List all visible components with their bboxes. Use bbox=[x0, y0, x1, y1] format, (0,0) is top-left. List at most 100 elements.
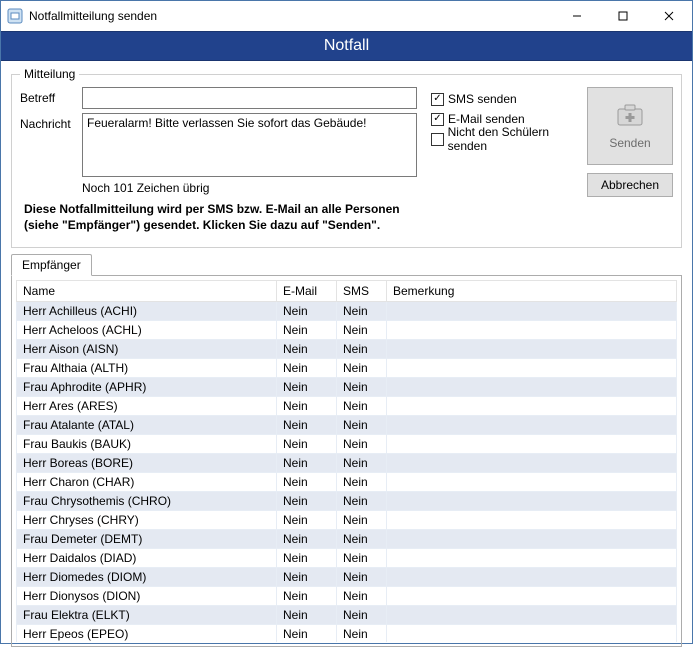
table-row[interactable]: Frau Althaia (ALTH)NeinNein bbox=[17, 359, 677, 378]
cell-sms: Nein bbox=[337, 378, 387, 397]
window-title: Notfallmitteilung senden bbox=[29, 9, 554, 23]
cell-remark bbox=[387, 511, 677, 530]
cell-name: Frau Baukis (BAUK) bbox=[17, 435, 277, 454]
table-row[interactable]: Herr Daidalos (DIAD)NeinNein bbox=[17, 549, 677, 568]
cell-sms: Nein bbox=[337, 587, 387, 606]
subject-input[interactable] bbox=[82, 87, 417, 109]
table-row[interactable]: Herr Aison (AISN)NeinNein bbox=[17, 340, 677, 359]
app-icon bbox=[7, 8, 23, 24]
col-header-name[interactable]: Name bbox=[17, 281, 277, 302]
message-input[interactable]: Feueralarm! Bitte verlassen Sie sofort d… bbox=[82, 113, 417, 177]
message-label: Nachricht bbox=[20, 113, 82, 177]
table-row[interactable]: Herr Achilleus (ACHI)NeinNein bbox=[17, 302, 677, 321]
cell-email: Nein bbox=[277, 435, 337, 454]
cell-name: Herr Chryses (CHRY) bbox=[17, 511, 277, 530]
cell-remark bbox=[387, 625, 677, 643]
cell-email: Nein bbox=[277, 625, 337, 643]
checkbox-sms[interactable]: ✓ SMS senden bbox=[431, 89, 587, 109]
cell-remark bbox=[387, 606, 677, 625]
maximize-button[interactable] bbox=[600, 1, 646, 31]
cell-remark bbox=[387, 454, 677, 473]
minimize-button[interactable] bbox=[554, 1, 600, 31]
cell-name: Herr Acheloos (ACHL) bbox=[17, 321, 277, 340]
table-row[interactable]: Herr Diomedes (DIOM)NeinNein bbox=[17, 568, 677, 587]
remaining-chars: Noch 101 Zeichen übrig bbox=[82, 181, 417, 195]
table-row[interactable]: Herr Dionysos (DION)NeinNein bbox=[17, 587, 677, 606]
checkbox-not-students[interactable]: Nicht den Schülern senden bbox=[431, 129, 587, 149]
cell-sms: Nein bbox=[337, 302, 387, 321]
cell-name: Frau Chrysothemis (CHRO) bbox=[17, 492, 277, 511]
cell-email: Nein bbox=[277, 473, 337, 492]
checkbox-not-students-label: Nicht den Schülern senden bbox=[448, 125, 587, 153]
table-row[interactable]: Frau Aphrodite (APHR)NeinNein bbox=[17, 378, 677, 397]
cell-email: Nein bbox=[277, 416, 337, 435]
cancel-button[interactable]: Abbrechen bbox=[587, 173, 673, 197]
cell-sms: Nein bbox=[337, 435, 387, 454]
mitteilung-legend: Mitteilung bbox=[20, 67, 79, 81]
cell-name: Herr Achilleus (ACHI) bbox=[17, 302, 277, 321]
cell-name: Herr Charon (CHAR) bbox=[17, 473, 277, 492]
cell-email: Nein bbox=[277, 359, 337, 378]
table-row[interactable]: Frau Atalante (ATAL)NeinNein bbox=[17, 416, 677, 435]
table-row[interactable]: Frau Chrysothemis (CHRO)NeinNein bbox=[17, 492, 677, 511]
cell-sms: Nein bbox=[337, 397, 387, 416]
cell-sms: Nein bbox=[337, 549, 387, 568]
cell-email: Nein bbox=[277, 454, 337, 473]
cell-sms: Nein bbox=[337, 530, 387, 549]
checkbox-sms-label: SMS senden bbox=[448, 92, 517, 106]
cell-email: Nein bbox=[277, 340, 337, 359]
cell-email: Nein bbox=[277, 321, 337, 340]
check-icon: ✓ bbox=[431, 113, 444, 126]
cell-email: Nein bbox=[277, 587, 337, 606]
check-icon bbox=[431, 133, 444, 146]
col-header-sms[interactable]: SMS bbox=[337, 281, 387, 302]
table-row[interactable]: Herr Chryses (CHRY)NeinNein bbox=[17, 511, 677, 530]
info-note: Diese Notfallmitteilung wird per SMS bzw… bbox=[24, 201, 673, 233]
col-header-email[interactable]: E-Mail bbox=[277, 281, 337, 302]
cell-email: Nein bbox=[277, 397, 337, 416]
cell-remark bbox=[387, 321, 677, 340]
recipients-grid: Name E-Mail SMS Bemerkung Herr Achilleus… bbox=[16, 280, 677, 642]
cell-remark bbox=[387, 568, 677, 587]
cell-remark bbox=[387, 492, 677, 511]
cell-sms: Nein bbox=[337, 606, 387, 625]
cell-email: Nein bbox=[277, 530, 337, 549]
close-button[interactable] bbox=[646, 1, 692, 31]
cell-name: Frau Althaia (ALTH) bbox=[17, 359, 277, 378]
cell-email: Nein bbox=[277, 492, 337, 511]
cell-remark bbox=[387, 359, 677, 378]
cell-name: Herr Daidalos (DIAD) bbox=[17, 549, 277, 568]
table-row[interactable]: Herr Acheloos (ACHL)NeinNein bbox=[17, 321, 677, 340]
cell-sms: Nein bbox=[337, 511, 387, 530]
cancel-button-label: Abbrechen bbox=[601, 178, 659, 192]
cell-sms: Nein bbox=[337, 340, 387, 359]
cell-name: Frau Demeter (DEMT) bbox=[17, 530, 277, 549]
cell-sms: Nein bbox=[337, 359, 387, 378]
table-row[interactable]: Herr Epeos (EPEO)NeinNein bbox=[17, 625, 677, 643]
cell-email: Nein bbox=[277, 568, 337, 587]
cell-remark bbox=[387, 340, 677, 359]
col-header-remark[interactable]: Bemerkung bbox=[387, 281, 677, 302]
send-button-label: Senden bbox=[609, 136, 650, 150]
table-row[interactable]: Frau Baukis (BAUK)NeinNein bbox=[17, 435, 677, 454]
banner-title: Notfall bbox=[324, 37, 369, 55]
cell-name: Herr Diomedes (DIOM) bbox=[17, 568, 277, 587]
recipients-grid-scroll[interactable]: Name E-Mail SMS Bemerkung Herr Achilleus… bbox=[16, 280, 677, 642]
tab-recipients[interactable]: Empfänger bbox=[11, 254, 92, 276]
cell-email: Nein bbox=[277, 606, 337, 625]
titlebar[interactable]: Notfallmitteilung senden bbox=[1, 1, 692, 31]
medkit-icon bbox=[616, 103, 644, 130]
cell-name: Frau Elektra (ELKT) bbox=[17, 606, 277, 625]
table-row[interactable]: Herr Boreas (BORE)NeinNein bbox=[17, 454, 677, 473]
cell-sms: Nein bbox=[337, 473, 387, 492]
cell-remark bbox=[387, 435, 677, 454]
table-row[interactable]: Herr Charon (CHAR)NeinNein bbox=[17, 473, 677, 492]
cell-remark bbox=[387, 530, 677, 549]
cell-name: Herr Ares (ARES) bbox=[17, 397, 277, 416]
cell-remark bbox=[387, 473, 677, 492]
table-row[interactable]: Frau Demeter (DEMT)NeinNein bbox=[17, 530, 677, 549]
table-row[interactable]: Herr Ares (ARES)NeinNein bbox=[17, 397, 677, 416]
send-button[interactable]: Senden bbox=[587, 87, 673, 165]
cell-name: Frau Atalante (ATAL) bbox=[17, 416, 277, 435]
table-row[interactable]: Frau Elektra (ELKT)NeinNein bbox=[17, 606, 677, 625]
